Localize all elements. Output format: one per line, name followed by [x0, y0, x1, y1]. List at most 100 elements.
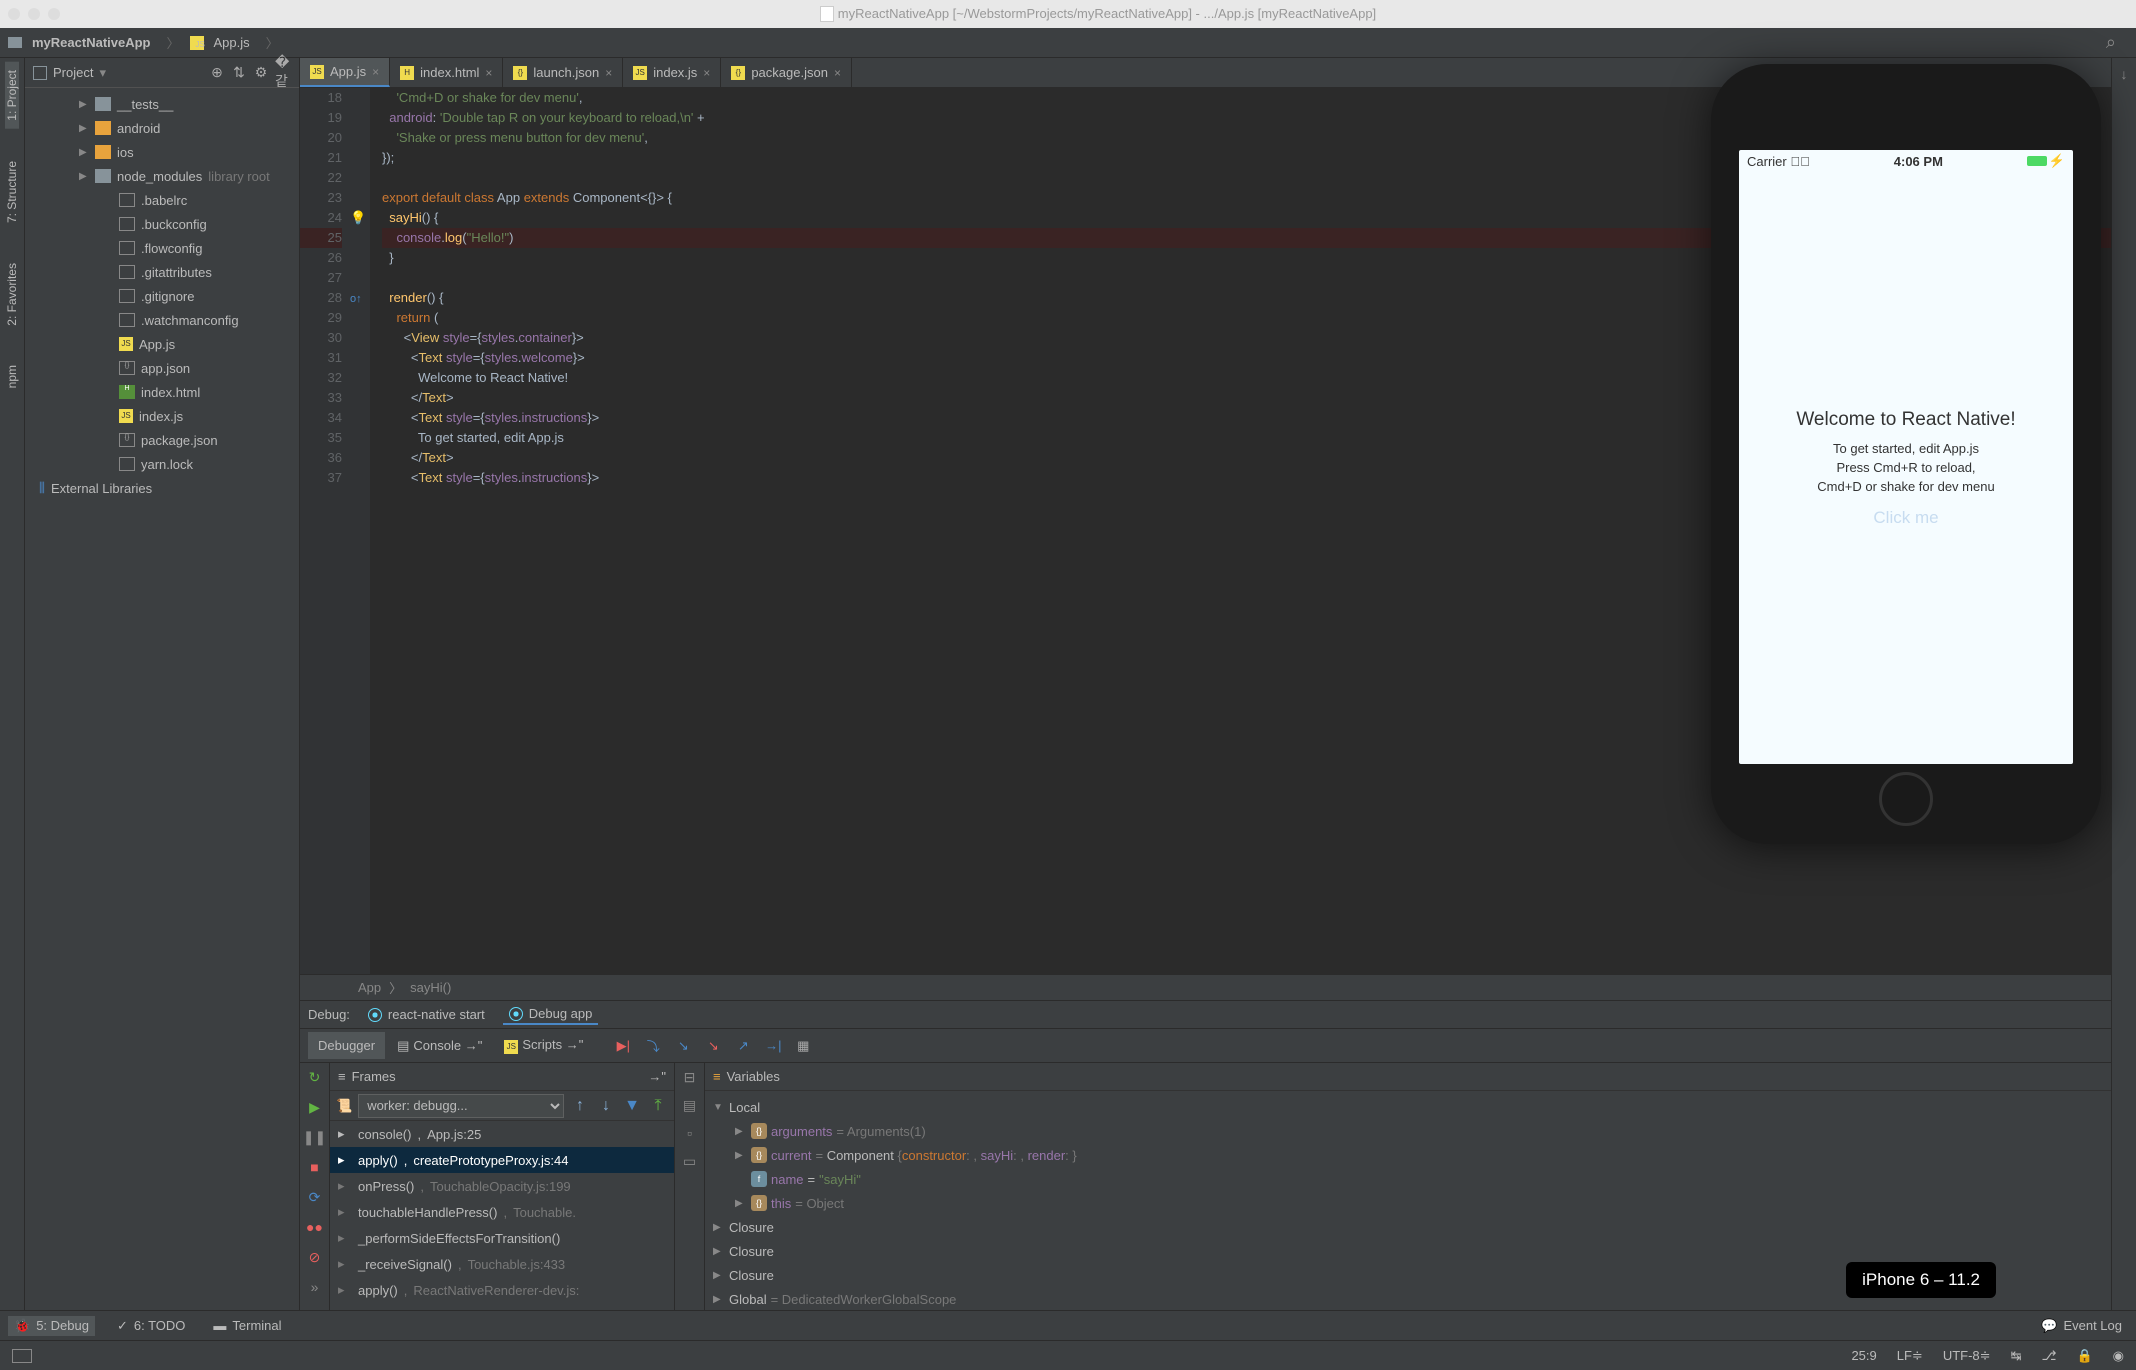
git-branch-icon[interactable]: ⎇	[2041, 1348, 2056, 1364]
var-name[interactable]: fname = "sayHi"	[705, 1167, 2136, 1191]
mute-breakpoints-icon[interactable]: ⊘	[305, 1247, 325, 1267]
pause-icon[interactable]: ❚❚	[305, 1127, 325, 1147]
tree-item-App-js[interactable]: JSApp.js	[25, 332, 299, 356]
phone-screen[interactable]: Carrier ◉᷍ 4:06 PM ⚡ Welcome to React Na…	[1739, 150, 2073, 764]
breadcrumb[interactable]: myReactNativeApp 〉 JS App.js 〉	[8, 31, 285, 54]
event-log-tab[interactable]: 💬Event Log	[2035, 1316, 2128, 1336]
favorites-tool-tab[interactable]: 2: Favorites	[5, 255, 19, 334]
resume-icon[interactable]: ▶	[305, 1097, 325, 1117]
lock-icon[interactable]: 🔒	[2076, 1348, 2092, 1364]
caret-position[interactable]: 25:9	[1851, 1348, 1876, 1363]
breadcrumb-class[interactable]: App	[358, 980, 381, 995]
inspector-icon[interactable]: ◉	[2113, 1348, 2124, 1364]
var-this[interactable]: ▶{}this = Object	[705, 1191, 2136, 1215]
gear-icon[interactable]: ⚙	[253, 65, 269, 81]
breadcrumb-method[interactable]: sayHi()	[410, 980, 451, 995]
close-tab-icon[interactable]: ▭	[680, 1151, 700, 1171]
tree-item--buckconfig[interactable]: .buckconfig	[25, 212, 299, 236]
todo-tool-tab[interactable]: ✓6: TODO	[111, 1316, 191, 1336]
editor-breadcrumb[interactable]: App 〉 sayHi()	[300, 974, 2136, 1000]
project-tool-tab[interactable]: 1: Project	[5, 62, 19, 129]
close-window-button[interactable]	[8, 8, 20, 20]
file-encoding[interactable]: UTF-8≑	[1943, 1348, 1991, 1364]
add-icon[interactable]: ⤒	[648, 1097, 668, 1115]
thread-dropdown[interactable]: worker: debugg...	[358, 1094, 564, 1118]
editor-tab-package-json[interactable]: {}package.json×	[721, 58, 852, 87]
step-into-icon[interactable]: ↘	[671, 1034, 695, 1058]
status-left-icon[interactable]	[12, 1349, 32, 1363]
settings-icon[interactable]: ▤	[680, 1095, 700, 1115]
stack-frame[interactable]: ▸touchableHandlePress(), Touchable.	[330, 1199, 674, 1225]
show-execution-icon[interactable]: ▶|	[611, 1034, 635, 1058]
search-icon[interactable]: ⌕	[2106, 32, 2128, 53]
close-tab-icon[interactable]: ×	[834, 66, 841, 80]
stack-frame[interactable]: ▸apply(), createPrototypeProxy.js:44	[330, 1147, 674, 1173]
frames-list[interactable]: ▸console(), App.js:25▸apply(), createPro…	[330, 1121, 674, 1310]
tree-item-index-html[interactable]: Hindex.html	[25, 380, 299, 404]
tree-item--babelrc[interactable]: .babelrc	[25, 188, 299, 212]
debugger-tab[interactable]: Debugger	[308, 1032, 385, 1059]
editor-gutter[interactable]: 1819202122232425262728293031323334353637	[300, 88, 350, 974]
more-icon[interactable]: »	[305, 1277, 325, 1297]
prev-frame-icon[interactable]: ↑	[570, 1097, 590, 1115]
restore-layout-icon[interactable]: ⊟	[680, 1067, 700, 1087]
tree-item-package-json[interactable]: {}package.json	[25, 428, 299, 452]
reload-icon[interactable]: ⟳	[305, 1187, 325, 1207]
dropdown-arrow-icon[interactable]: ▾	[99, 65, 106, 81]
minimize-window-button[interactable]	[28, 8, 40, 20]
scroll-from-source-icon[interactable]: ⊕	[209, 65, 225, 81]
debug-config-1[interactable]: react-native start	[362, 1005, 491, 1024]
phone-home-button[interactable]	[1879, 772, 1933, 826]
close-tab-icon[interactable]: ×	[372, 65, 379, 79]
tree-item-yarn-lock[interactable]: yarn.lock	[25, 452, 299, 476]
pin-tab-icon[interactable]: ▫	[680, 1123, 700, 1143]
next-frame-icon[interactable]: ↓	[596, 1097, 616, 1115]
tree-item--watchmanconfig[interactable]: .watchmanconfig	[25, 308, 299, 332]
console-tab[interactable]: ▤Console →"	[387, 1032, 492, 1060]
step-over-icon[interactable]: ⤵	[641, 1034, 665, 1058]
tree-item-android[interactable]: ▶android	[25, 116, 299, 140]
tree-item--gitignore[interactable]: .gitignore	[25, 284, 299, 308]
stack-frame[interactable]: ▸_performSideEffectsForTransition()	[330, 1225, 674, 1251]
tree-item-ios[interactable]: ▶ios	[25, 140, 299, 164]
npm-tool-tab[interactable]: npm	[5, 357, 19, 396]
stack-frame[interactable]: ▸console(), App.js:25	[330, 1121, 674, 1147]
close-tab-icon[interactable]: ×	[605, 66, 612, 80]
stack-frame[interactable]: ▸apply(), ReactNativeRenderer-dev.js:	[330, 1277, 674, 1303]
editor-tab-App-js[interactable]: JSApp.js×	[300, 58, 390, 87]
project-panel-title[interactable]: Project	[53, 65, 93, 80]
force-step-into-icon[interactable]: ↘	[701, 1034, 725, 1058]
editor-tab-launch-json[interactable]: {}launch.json×	[503, 58, 623, 87]
indent-indicator[interactable]: ↹	[2011, 1348, 2022, 1364]
close-tab-icon[interactable]: ×	[703, 66, 710, 80]
structure-tool-tab[interactable]: 7: Structure	[5, 153, 19, 231]
hide-panel-icon[interactable]: �같	[275, 65, 291, 81]
tree-item-index-js[interactable]: JSindex.js	[25, 404, 299, 428]
editor-tab-index-js[interactable]: JSindex.js×	[623, 58, 721, 87]
run-to-cursor-icon[interactable]: →|	[761, 1034, 785, 1058]
var-arguments[interactable]: ▶{}arguments = Arguments(1)	[705, 1119, 2136, 1143]
thread-selector[interactable]: 📜 worker: debugg... ↑ ↓ ▼ ⤒	[330, 1091, 674, 1121]
var-scope-local[interactable]: ▼Local	[705, 1095, 2136, 1119]
terminal-tool-tab[interactable]: ▬Terminal	[207, 1316, 287, 1335]
tree-item-app-json[interactable]: {}app.json	[25, 356, 299, 380]
pin-icon[interactable]: →"	[648, 1069, 666, 1084]
collapse-all-icon[interactable]: ⇅	[231, 65, 247, 81]
zoom-window-button[interactable]	[48, 8, 60, 20]
tree-item--gitattributes[interactable]: .gitattributes	[25, 260, 299, 284]
click-me-button[interactable]: Click me	[1873, 508, 1938, 528]
step-out-icon[interactable]: ↗	[731, 1034, 755, 1058]
editor-tab-index-html[interactable]: Hindex.html×	[390, 58, 503, 87]
stack-frame[interactable]: ▸onPress(), TouchableOpacity.js:199	[330, 1173, 674, 1199]
tree-item-__tests__[interactable]: ▶__tests__	[25, 92, 299, 116]
tree-item-node_modules[interactable]: ▶node_modules library root	[25, 164, 299, 188]
debug-tool-tab[interactable]: 🐞5: Debug	[8, 1316, 95, 1336]
var-scope-closure-1[interactable]: ▶Closure	[705, 1215, 2136, 1239]
breadcrumb-root[interactable]: myReactNativeApp	[26, 33, 157, 52]
right-strip-icon[interactable]: ↓	[2114, 64, 2134, 84]
close-tab-icon[interactable]: ×	[485, 66, 492, 80]
stack-frame[interactable]: ▸_receiveSignal(), Touchable.js:433	[330, 1251, 674, 1277]
tree-item--flowconfig[interactable]: .flowconfig	[25, 236, 299, 260]
scripts-tab[interactable]: JSScripts →"	[494, 1031, 593, 1060]
view-breakpoints-icon[interactable]: ●●	[305, 1217, 325, 1237]
